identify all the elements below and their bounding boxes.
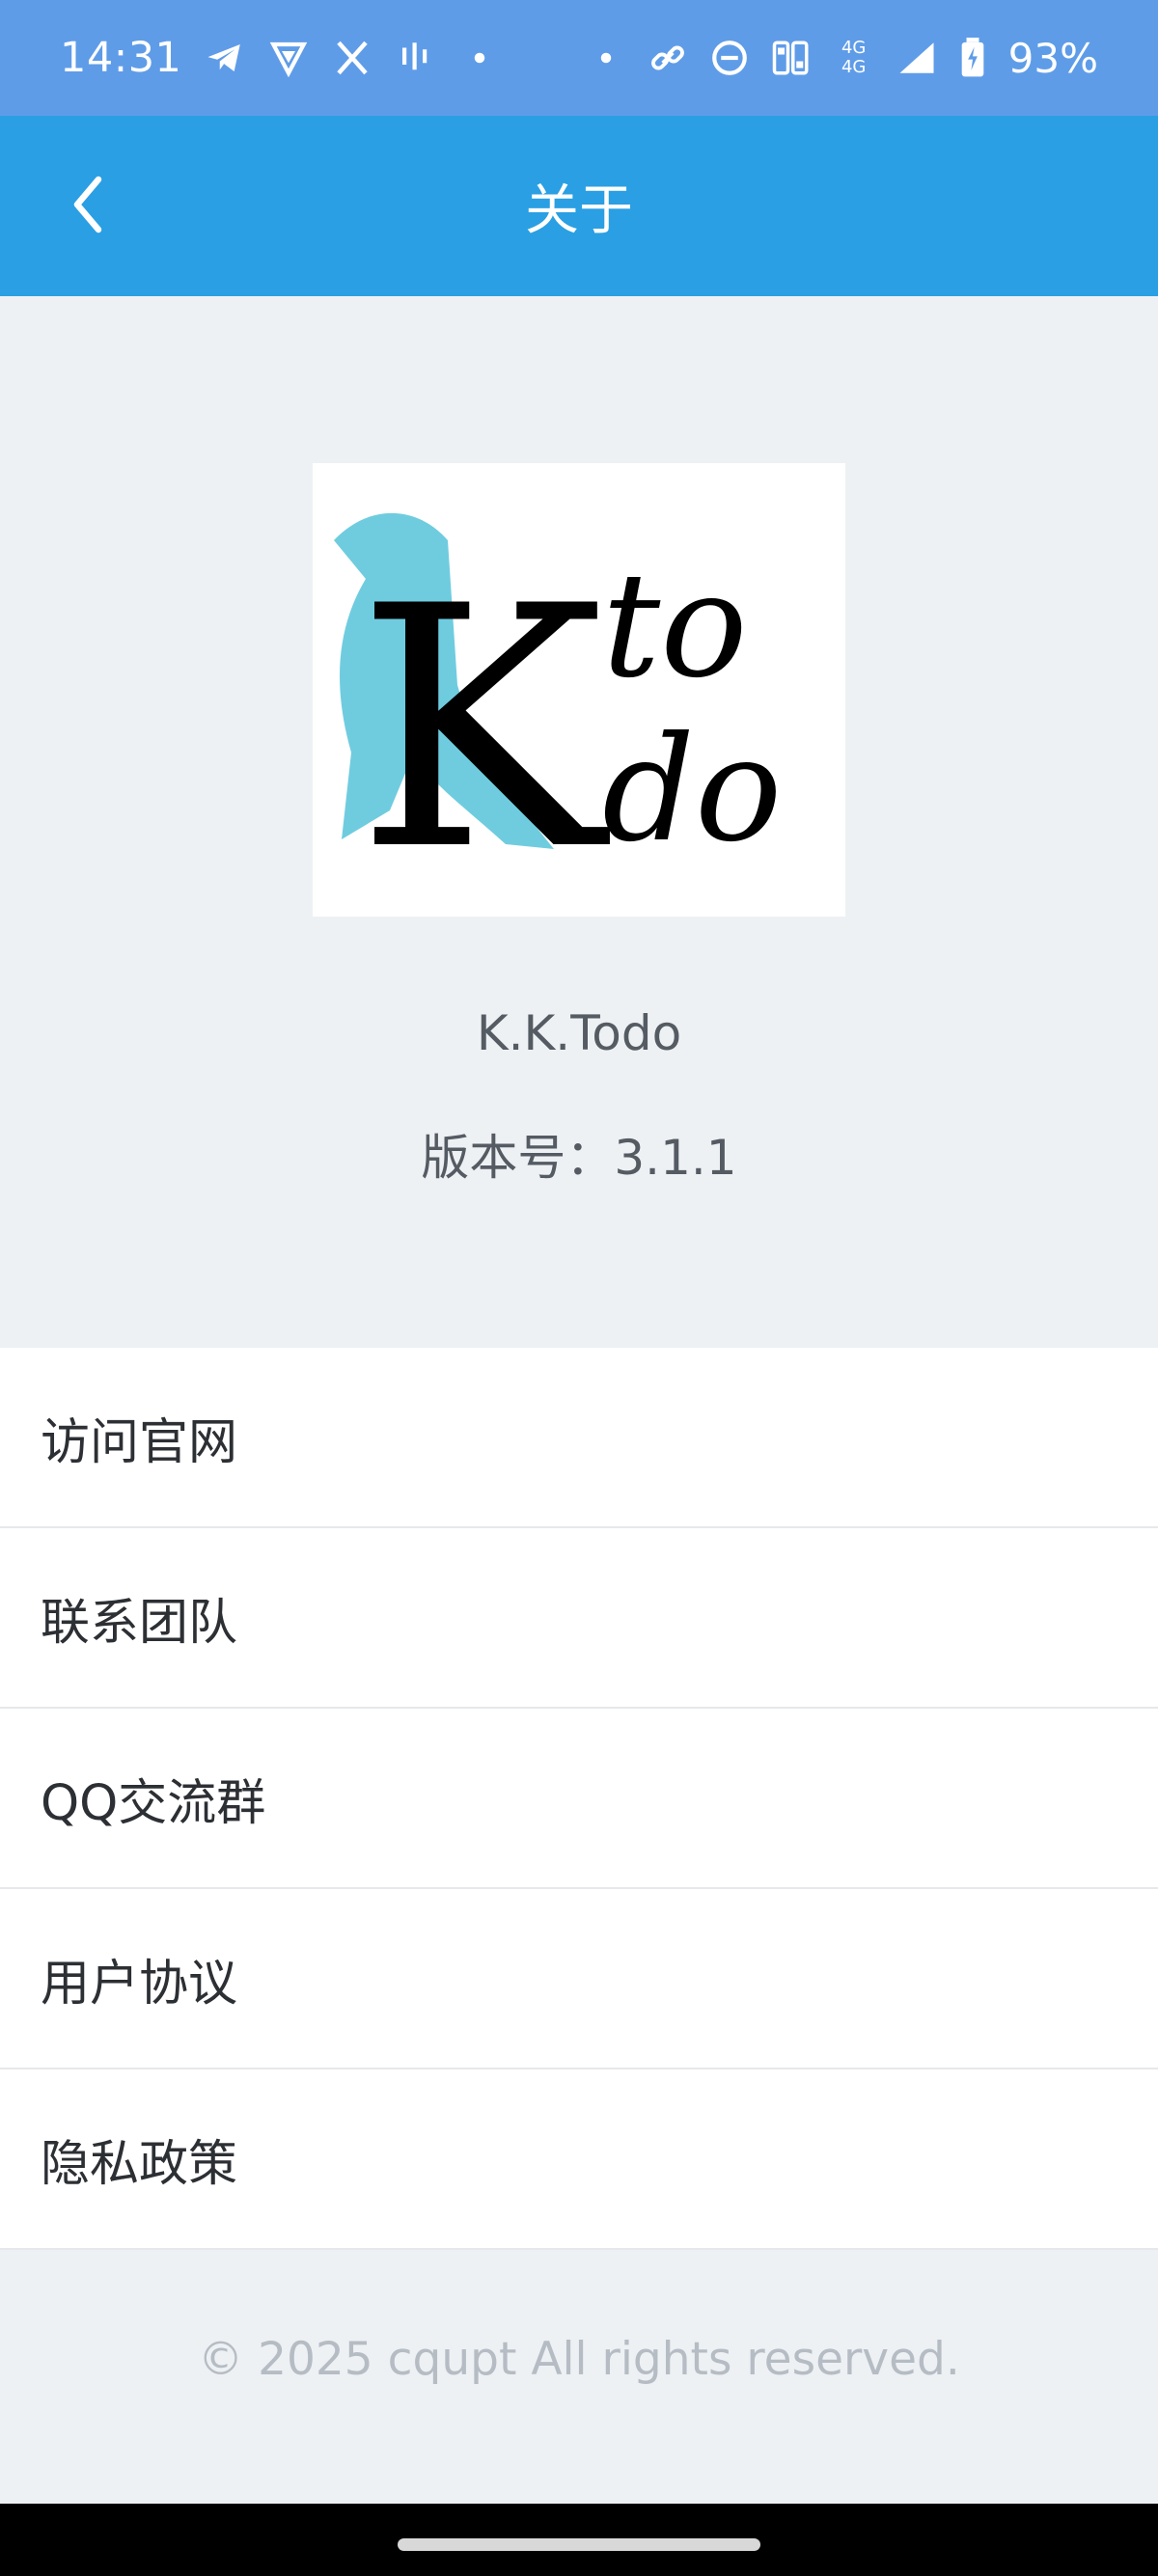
battery-percent: 93% (1007, 34, 1098, 82)
logo-word-top: to (602, 542, 748, 710)
page-title: 关于 (525, 179, 633, 242)
menu-item-user-agreement[interactable]: 用户协议 (0, 1889, 1158, 2069)
menu-item-label: 访问官网 (41, 1413, 238, 1471)
x-icon (332, 38, 372, 78)
sim-cards-icon (771, 38, 812, 78)
link-icon (648, 38, 688, 78)
version-label: 版本号：3.1.1 (421, 1130, 737, 1186)
app-logo: K to do (313, 463, 845, 923)
logo-letter: K (356, 536, 611, 917)
dot-icon (459, 38, 500, 78)
about-menu-list: 访问官网 联系团队 QQ交流群 用户协议 隐私政策 (0, 1348, 1158, 2250)
dot-icon (586, 38, 626, 78)
status-time: 14:31 (60, 34, 182, 82)
signal-icon (896, 38, 937, 78)
menu-item-label: 联系团队 (41, 1594, 238, 1652)
network-label-1: 4G (841, 38, 867, 58)
network-label-2: 4G (841, 57, 867, 77)
menu-item-qq-group[interactable]: QQ交流群 (0, 1709, 1158, 1889)
status-left: 14:31 (60, 34, 500, 82)
dnd-icon (709, 38, 750, 78)
app-name: K.K.Todo (476, 1005, 682, 1061)
status-bar: 14:31 4G 4G 93% (0, 0, 1158, 116)
menu-item-visit-website[interactable]: 访问官网 (0, 1348, 1158, 1528)
copyright-footer: © 2025 cqupt All rights reserved. (198, 2333, 960, 2386)
menu-item-label: 用户协议 (41, 1955, 238, 2013)
voice-bars-icon (396, 38, 436, 78)
app-bar: 关于 (0, 116, 1158, 296)
telegram-icon (205, 38, 245, 78)
status-right: 4G 4G 93% (586, 35, 1098, 82)
menu-item-privacy-policy[interactable]: 隐私政策 (0, 2069, 1158, 2250)
menu-item-label: QQ交流群 (41, 1774, 266, 1832)
system-nav-bar (0, 2504, 1158, 2576)
back-button[interactable] (50, 168, 127, 245)
home-indicator[interactable] (398, 2538, 760, 2551)
logo-word-bottom: do (602, 706, 782, 874)
network-type-icon: 4G 4G (833, 38, 875, 78)
vpn-shield-icon (268, 38, 309, 78)
battery-charging-icon (958, 38, 987, 78)
menu-item-label: 隐私政策 (41, 2135, 238, 2193)
menu-item-contact-team[interactable]: 联系团队 (0, 1528, 1158, 1709)
about-header: K to do K.K.Todo 版本号：3.1.1 (0, 296, 1158, 1348)
chevron-left-icon (66, 174, 112, 239)
